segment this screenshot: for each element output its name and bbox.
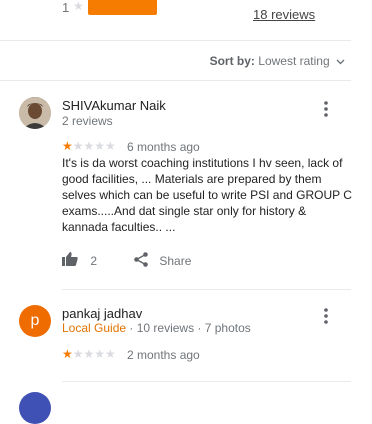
reviewer-name[interactable]: pankaj jadhav [62, 306, 142, 321]
share-icon [134, 252, 148, 270]
divider [62, 289, 351, 290]
more-vert-icon[interactable] [322, 308, 330, 324]
avatar[interactable] [19, 97, 51, 129]
avatar[interactable]: p [19, 305, 51, 337]
sort-label: Sort by: [209, 54, 255, 68]
review-text: It's is da worst coaching institutions I… [62, 156, 352, 234]
reviewer-stats: · 10 reviews · 7 photos [126, 321, 251, 335]
review-time: 2 months ago [127, 348, 200, 362]
star-empty-icon: ★★★★ [72, 139, 116, 153]
divider [0, 80, 351, 81]
share-label: Share [159, 254, 192, 268]
reviewer-meta: Local Guide · 10 reviews · 7 photos [62, 321, 251, 335]
divider [62, 381, 351, 382]
star-rating: ★★★★★ [62, 347, 116, 361]
chevron-down-icon [336, 57, 345, 68]
histogram-bar [88, 0, 157, 15]
avatar[interactable] [19, 392, 51, 424]
like-button[interactable]: 2 [62, 252, 97, 269]
star-rating: ★★★★★ [62, 139, 116, 153]
star-filled-icon: ★ [62, 139, 73, 153]
share-button[interactable]: Share [134, 252, 191, 270]
reviewer-name[interactable]: SHIVAkumar Naik [62, 98, 166, 113]
reviews-count-link[interactable]: 18 reviews [253, 7, 315, 22]
star-filled-icon: ★ [62, 347, 73, 361]
review-time: 6 months ago [127, 140, 200, 154]
divider [0, 40, 351, 41]
star-empty-icon: ★★★★ [72, 347, 116, 361]
histogram-row-label: 1 [62, 0, 70, 15]
reviewer-meta: 2 reviews [62, 114, 113, 128]
sort-dropdown[interactable]: Sort by: Lowest rating [210, 54, 345, 68]
thumb-up-icon [62, 252, 78, 269]
sort-value: Lowest rating [258, 54, 330, 68]
local-guide-badge: Local Guide [62, 321, 127, 335]
histogram-star-icon: ★ [73, 0, 84, 13]
like-count: 2 [90, 253, 98, 268]
more-vert-icon[interactable] [322, 101, 330, 117]
